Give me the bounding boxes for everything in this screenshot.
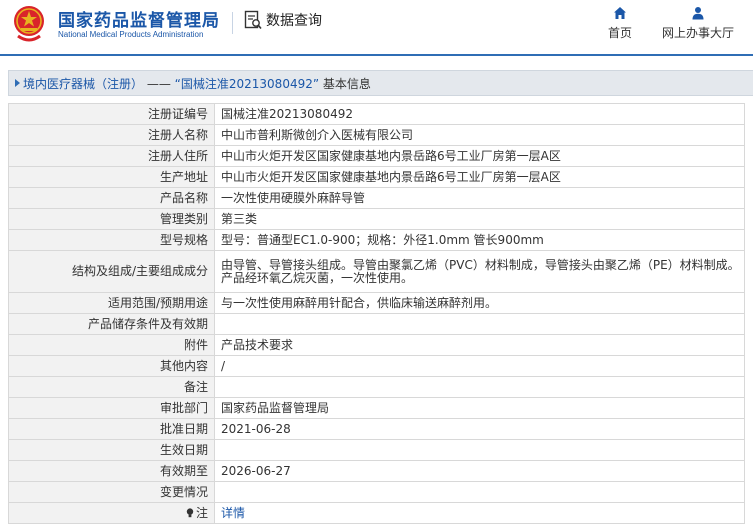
table-row: 生效日期 <box>8 439 745 461</box>
row-label: 注册证编号 <box>8 103 215 125</box>
breadcrumb-separator: —— <box>143 76 175 91</box>
row-label: 生效日期 <box>8 439 215 461</box>
table-row: 注册证编号 国械注准20213080492 <box>8 103 745 125</box>
breadcrumb-category[interactable]: 境内医疗器械（注册） <box>23 77 143 91</box>
table-row: 结构及组成/主要组成成分 由导管、导管接头组成。导管由聚氯乙烯（PVC）材料制成，… <box>8 250 745 293</box>
row-label: 变更情况 <box>8 481 215 503</box>
table-row: 有效期至 2026-06-27 <box>8 460 745 482</box>
row-value: 国械注准20213080492 <box>214 103 745 125</box>
row-label: 批准日期 <box>8 418 215 440</box>
table-row: 备注 <box>8 376 745 398</box>
row-label: 其他内容 <box>8 355 215 377</box>
row-label: 适用范围/预期用途 <box>8 292 215 314</box>
home-icon <box>614 7 626 19</box>
row-value: / <box>214 355 745 377</box>
row-value: 2026-06-27 <box>214 460 745 482</box>
row-label: 审批部门 <box>8 397 215 419</box>
row-value: 国家药品监督管理局 <box>214 397 745 419</box>
user-icon <box>692 7 704 20</box>
row-value: 产品技术要求 <box>214 334 745 356</box>
row-label: 管理类别 <box>8 208 215 230</box>
note-label-cell: 注 <box>8 502 215 524</box>
row-value: 型号：普通型EC1.0-900；规格：外径1.0mm 管长900mm <box>214 229 745 251</box>
row-label: 附件 <box>8 334 215 356</box>
row-label: 注册人住所 <box>8 145 215 167</box>
nav-online-service-hall[interactable]: 网上办事大厅 <box>658 6 738 41</box>
table-row: 注 详情 <box>8 502 745 524</box>
row-label: 备注 <box>8 376 215 398</box>
note-label: 注 <box>195 505 208 520</box>
row-value: 一次性使用硬膜外麻醉导管 <box>214 187 745 209</box>
table-row: 其他内容 / <box>8 355 745 377</box>
nav-home-label: 首页 <box>607 26 632 40</box>
table-row: 批准日期 2021-06-28 <box>8 418 745 440</box>
site-header: 国家药品监督管理局 National Medical Products Admi… <box>0 0 753 56</box>
table-row: 附件 产品技术要求 <box>8 334 745 356</box>
site-title-en: National Medical Products Administration <box>58 30 204 39</box>
breadcrumb-record: “国械注准20213080492” <box>174 76 320 91</box>
lightbulb-icon <box>186 507 194 517</box>
header-divider <box>232 12 233 34</box>
breadcrumb-suffix: 基本信息 <box>319 76 371 91</box>
row-value: 2021-06-28 <box>214 418 745 440</box>
row-value: 中山市火炬开发区国家健康基地内景岳路6号工业厂房第一层A区 <box>214 145 745 167</box>
data-query-heading[interactable]: 数据查询 <box>244 10 322 30</box>
row-label: 有效期至 <box>8 460 215 482</box>
row-label: 产品储存条件及有效期 <box>8 313 215 335</box>
caret-right-icon <box>15 79 20 87</box>
table-row: 管理类别 第三类 <box>8 208 745 230</box>
details-link[interactable]: 详情 <box>221 506 245 520</box>
table-row: 注册人名称 中山市普利斯微创介入医械有限公司 <box>8 124 745 146</box>
table-row: 型号规格 型号：普通型EC1.0-900；规格：外径1.0mm 管长900mm <box>8 229 745 251</box>
row-value: 由导管、导管接头组成。导管由聚氯乙烯（PVC）材料制成，导管接头由聚乙烯（PE）… <box>214 250 745 293</box>
row-label: 产品名称 <box>8 187 215 209</box>
row-value: 第三类 <box>214 208 745 230</box>
row-label: 结构及组成/主要组成成分 <box>8 250 215 293</box>
row-label: 生产地址 <box>8 166 215 188</box>
row-label: 型号规格 <box>8 229 215 251</box>
table-row: 产品名称 一次性使用硬膜外麻醉导管 <box>8 187 745 209</box>
row-label: 注册人名称 <box>8 124 215 146</box>
table-row: 变更情况 <box>8 481 745 503</box>
breadcrumb: 境内医疗器械（注册） —— “国械注准20213080492” 基本信息 <box>8 70 753 96</box>
table-row: 注册人住所 中山市火炬开发区国家健康基地内景岳路6号工业厂房第一层A区 <box>8 145 745 167</box>
registration-detail-table: 注册证编号 国械注准20213080492 注册人名称 中山市普利斯微创介入医械有限… <box>8 103 745 524</box>
nav-home[interactable]: 首页 <box>602 6 638 41</box>
breadcrumb-text: 境内医疗器械（注册） —— “国械注准20213080492” 基本信息 <box>23 75 371 92</box>
row-value <box>214 313 745 335</box>
row-value: 中山市火炬开发区国家健康基地内景岳路6号工业厂房第一层A区 <box>214 166 745 188</box>
search-document-icon <box>244 10 262 30</box>
row-value <box>214 481 745 503</box>
table-row: 生产地址 中山市火炬开发区国家健康基地内景岳路6号工业厂房第一层A区 <box>8 166 745 188</box>
nav-online-service-hall-label: 网上办事大厅 <box>661 26 734 40</box>
table-row: 适用范围/预期用途 与一次性使用麻醉用针配合，供临床输送麻醉剂用。 <box>8 292 745 314</box>
site-title-cn[interactable]: 国家药品监督管理局 <box>58 6 220 31</box>
note-value-cell: 详情 <box>214 502 745 524</box>
data-query-label: 数据查询 <box>266 13 322 29</box>
table-row: 审批部门 国家药品监督管理局 <box>8 397 745 419</box>
row-value <box>214 376 745 398</box>
emblem-icon[interactable] <box>12 4 46 44</box>
row-value <box>214 439 745 461</box>
row-value: 中山市普利斯微创介入医械有限公司 <box>214 124 745 146</box>
table-row: 产品储存条件及有效期 <box>8 313 745 335</box>
row-value: 与一次性使用麻醉用针配合，供临床输送麻醉剂用。 <box>214 292 745 314</box>
